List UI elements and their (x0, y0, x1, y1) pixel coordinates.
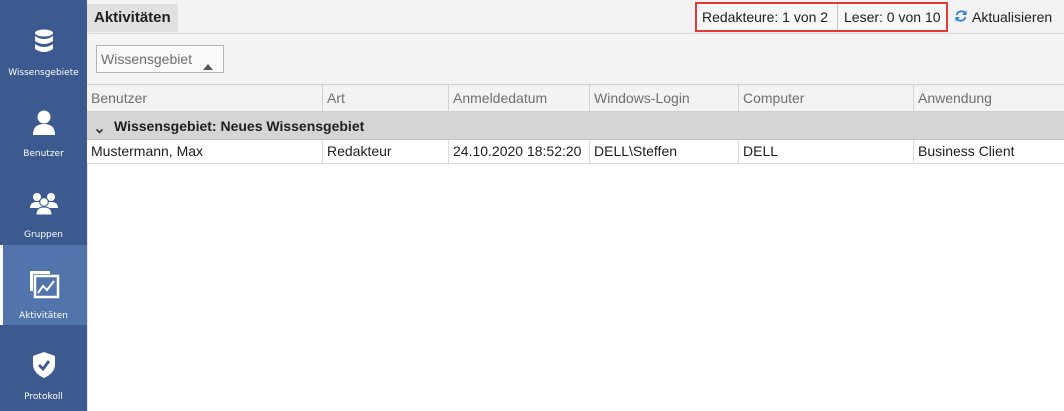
column-header-benutzer[interactable]: Benutzer (87, 85, 322, 112)
page-title: Aktivitäten (87, 4, 178, 32)
group-icon (0, 188, 87, 218)
group-by-panel: Wissensgebiet (87, 34, 1064, 85)
database-icon (0, 26, 87, 56)
group-chip-wissensgebiet[interactable]: Wissensgebiet (96, 45, 224, 73)
table-header: Benutzer Art Anmeldedatum Windows-Login … (87, 85, 1064, 112)
editors-count: Redakteure: 1 von 2 (702, 9, 829, 25)
activity-chart-icon (0, 269, 87, 299)
app-window: Wissensgebiete Benutzer Gruppen Aktivitä… (0, 0, 1064, 411)
group-row-label: Wissensgebiet: Neues Wissensgebiet (114, 118, 365, 134)
cell-computer: DELL (738, 140, 913, 163)
readers-count: Leser: 0 von 10 (844, 9, 941, 25)
header-bar: Aktivitäten Redakteure: 1 von 2 Leser: 0… (87, 0, 1064, 34)
sidebar-item-label: Wissensgebiete (8, 68, 79, 78)
refresh-label: Aktualisieren (972, 9, 1053, 25)
column-header-anwendung[interactable]: Anwendung (913, 85, 1064, 112)
sidebar-item-aktivitaeten[interactable]: Aktivitäten (0, 245, 87, 325)
sidebar-item-label: Gruppen (23, 230, 64, 240)
sidebar: Wissensgebiete Benutzer Gruppen Aktivitä… (0, 0, 87, 411)
table-group-row[interactable]: Wissensgebiet: Neues Wissensgebiet (87, 112, 1064, 140)
cell-type: Redakteur (322, 140, 448, 163)
table-row[interactable]: Mustermann, Max Redakteur 24.10.2020 18:… (87, 140, 1064, 164)
sort-ascending-icon[interactable] (203, 55, 213, 74)
sidebar-item-benutzer[interactable]: Benutzer (0, 83, 87, 163)
sidebar-item-gruppen[interactable]: Gruppen (0, 164, 87, 244)
sidebar-item-label: Benutzer (23, 149, 64, 159)
refresh-icon (954, 9, 968, 26)
cell-login-date: 24.10.2020 18:52:20 (448, 140, 589, 163)
sidebar-item-protokoll[interactable]: Protokoll (0, 326, 87, 406)
column-header-anmeldedatum[interactable]: Anmeldedatum (448, 85, 589, 112)
group-chip-label: Wissensgebiet (101, 51, 193, 67)
cell-user: Mustermann, Max (91, 143, 204, 159)
column-header-computer[interactable]: Computer (738, 85, 913, 112)
refresh-button[interactable]: Aktualisieren (954, 2, 1052, 32)
session-stats-box: Redakteure: 1 von 2 Leser: 0 von 10 (695, 2, 948, 32)
column-header-art[interactable]: Art (322, 85, 448, 112)
cell-windows-login: DELL\Steffen (589, 140, 738, 163)
user-icon (0, 107, 87, 137)
stats-divider (837, 4, 838, 30)
chevron-down-icon[interactable] (95, 121, 104, 140)
cell-application: Business Client (913, 140, 1064, 163)
sidebar-item-wissensgebiete[interactable]: Wissensgebiete (0, 2, 87, 82)
sidebar-item-label: Aktivitäten (18, 311, 69, 321)
sidebar-item-label: Protokoll (24, 392, 63, 402)
table-empty-area (87, 164, 1064, 411)
column-header-windows-login[interactable]: Windows-Login (589, 85, 738, 112)
shield-check-icon (0, 350, 87, 380)
